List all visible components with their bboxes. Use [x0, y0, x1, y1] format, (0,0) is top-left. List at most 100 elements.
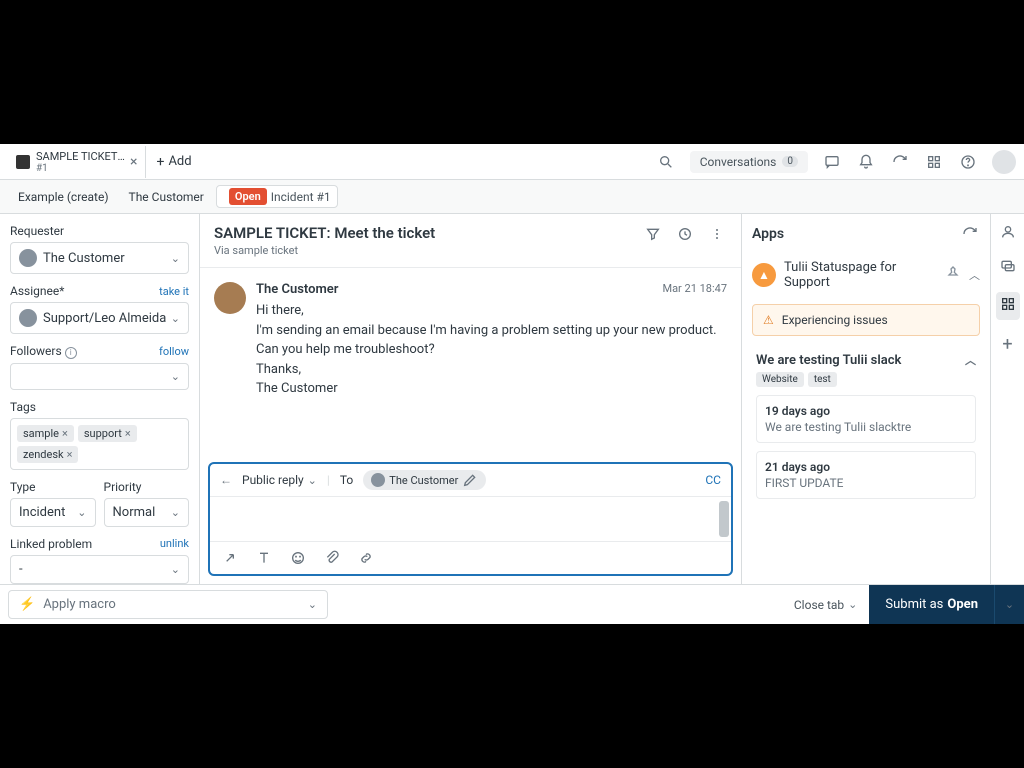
priority-select[interactable]: Normal ⌄: [104, 498, 190, 527]
chevron-down-icon: ⌄: [171, 312, 180, 325]
avatar: [214, 282, 246, 314]
chevron-down-icon: ⌄: [848, 598, 857, 611]
tag-chip: zendesk×: [17, 446, 78, 463]
pin-icon[interactable]: [945, 265, 961, 285]
linked-select[interactable]: - ⌄: [10, 555, 189, 584]
context-rail: +: [990, 214, 1024, 584]
remove-tag-icon[interactable]: ×: [125, 427, 131, 440]
followers-label: Followers: [10, 344, 62, 358]
status-alert: ⚠ Experiencing issues: [752, 304, 980, 336]
ticket-icon: [16, 155, 30, 169]
bell-icon[interactable]: [856, 152, 876, 172]
crumb-customer[interactable]: The Customer: [121, 186, 212, 208]
scrollbar[interactable]: [719, 501, 729, 537]
remove-tag-icon[interactable]: ×: [67, 448, 73, 461]
chevron-down-icon: ⌄: [308, 598, 317, 611]
apps-panel: Apps ▲ Tulii Statuspage for Support ︿ ⚠ …: [742, 214, 990, 584]
refresh-apps-icon[interactable]: [960, 224, 980, 244]
left-sidebar: Requester The Customer ⌄ Assignee* take …: [0, 214, 200, 584]
type-select[interactable]: Incident ⌄: [10, 498, 96, 527]
requester-select[interactable]: The Customer ⌄: [10, 242, 189, 274]
remove-tag-icon[interactable]: ×: [62, 427, 68, 440]
warning-icon: ⚠: [763, 313, 774, 327]
assignee-select[interactable]: Support/Leo Almeida ⌄: [10, 302, 189, 334]
reply-textarea[interactable]: [210, 497, 731, 541]
user-icon[interactable]: [1000, 224, 1016, 244]
unlink-link[interactable]: unlink: [160, 537, 189, 550]
chat-icon[interactable]: [822, 152, 842, 172]
reply-back-icon[interactable]: ←: [220, 473, 232, 487]
top-bar: SAMPLE TICKET: Meet t... #1 × + Add Conv…: [0, 144, 1024, 180]
chevron-down-icon: ⌄: [171, 563, 180, 576]
person-icon: [371, 473, 385, 487]
add-tab-button[interactable]: + Add: [146, 154, 201, 170]
link-icon[interactable]: [356, 548, 376, 568]
submit-button[interactable]: Submit as Open: [869, 585, 994, 624]
tab-title: SAMPLE TICKET: Meet t...: [36, 150, 126, 163]
recipient-chip[interactable]: The Customer: [363, 470, 486, 490]
apps-grid-icon[interactable]: [924, 152, 944, 172]
conversations-count: 0: [782, 156, 798, 167]
footer: ⚡ Apply macro ⌄ Close tab ⌄ Submit as Op…: [0, 584, 1024, 624]
apps-title: Apps: [752, 226, 784, 242]
add-icon[interactable]: +: [1002, 334, 1012, 355]
message-author: The Customer: [256, 282, 338, 297]
app-item[interactable]: ▲ Tulii Statuspage for Support ︿: [752, 254, 980, 296]
statuspage-icon: ▲: [752, 263, 776, 287]
more-icon[interactable]: [707, 224, 727, 244]
incident-title: We are testing Tulii slack: [756, 353, 901, 368]
message-text: Hi there, I'm sending an email because I…: [256, 301, 727, 399]
user-avatar[interactable]: [992, 150, 1016, 174]
apps-icon[interactable]: [996, 292, 1020, 320]
filter-icon[interactable]: [643, 224, 663, 244]
cc-button[interactable]: CC: [705, 473, 721, 487]
ticket-tab[interactable]: SAMPLE TICKET: Meet t... #1 ×: [8, 146, 146, 178]
chevron-down-icon: ⌄: [77, 506, 86, 519]
submit-dropdown[interactable]: ⌄: [994, 585, 1024, 624]
follow-link[interactable]: follow: [159, 345, 189, 358]
breadcrumb: Example (create) The Customer Open Incid…: [0, 180, 1024, 214]
chevron-up-icon[interactable]: ︿: [969, 267, 980, 283]
assignee-label: Assignee*: [10, 284, 64, 298]
status-badge: Open: [229, 188, 267, 205]
person-icon: [19, 309, 37, 327]
requester-label: Requester: [10, 224, 189, 238]
tags-label: Tags: [10, 400, 189, 414]
to-label: To: [340, 473, 353, 487]
component-tag: test: [808, 372, 837, 387]
conversations-button[interactable]: Conversations 0: [690, 151, 808, 173]
tags-input[interactable]: sample× support× zendesk×: [10, 418, 189, 470]
chevron-down-icon: ⌄: [171, 506, 180, 519]
history-icon[interactable]: [675, 224, 695, 244]
close-tab-button[interactable]: Close tab ⌄: [782, 598, 870, 612]
edit-icon[interactable]: [462, 472, 478, 488]
expand-icon[interactable]: [220, 548, 240, 568]
lightning-icon: ⚡: [19, 597, 35, 612]
close-icon[interactable]: ×: [130, 154, 137, 170]
take-it-link[interactable]: take it: [159, 285, 189, 298]
chevron-down-icon: ⌄: [1005, 598, 1014, 611]
refresh-icon[interactable]: [890, 152, 910, 172]
plus-icon: +: [156, 154, 164, 170]
attachment-icon[interactable]: [322, 548, 342, 568]
search-icon[interactable]: [656, 152, 676, 172]
emoji-icon[interactable]: [288, 548, 308, 568]
chevron-up-icon[interactable]: ︿: [965, 352, 976, 368]
ticket-via: Via sample ticket: [214, 244, 643, 257]
followers-select[interactable]: ⌄: [10, 363, 189, 390]
crumb-incident[interactable]: Open Incident #1: [216, 185, 338, 208]
person-icon: [19, 249, 37, 267]
help-icon[interactable]: [958, 152, 978, 172]
incident-update: 21 days ago FIRST UPDATE: [756, 451, 976, 499]
type-label: Type: [10, 480, 96, 494]
conversations-icon[interactable]: [1000, 258, 1016, 278]
center-panel: SAMPLE TICKET: Meet the ticket Via sampl…: [200, 214, 742, 584]
tag-chip: sample×: [17, 425, 74, 442]
linked-label: Linked problem: [10, 537, 92, 551]
text-format-icon[interactable]: [254, 548, 274, 568]
reply-type-select[interactable]: Public reply ⌄: [242, 473, 317, 487]
crumb-example[interactable]: Example (create): [10, 186, 117, 208]
info-icon[interactable]: i: [65, 347, 77, 359]
ticket-title: SAMPLE TICKET: Meet the ticket: [214, 224, 643, 242]
apply-macro-select[interactable]: ⚡ Apply macro ⌄: [8, 590, 328, 619]
